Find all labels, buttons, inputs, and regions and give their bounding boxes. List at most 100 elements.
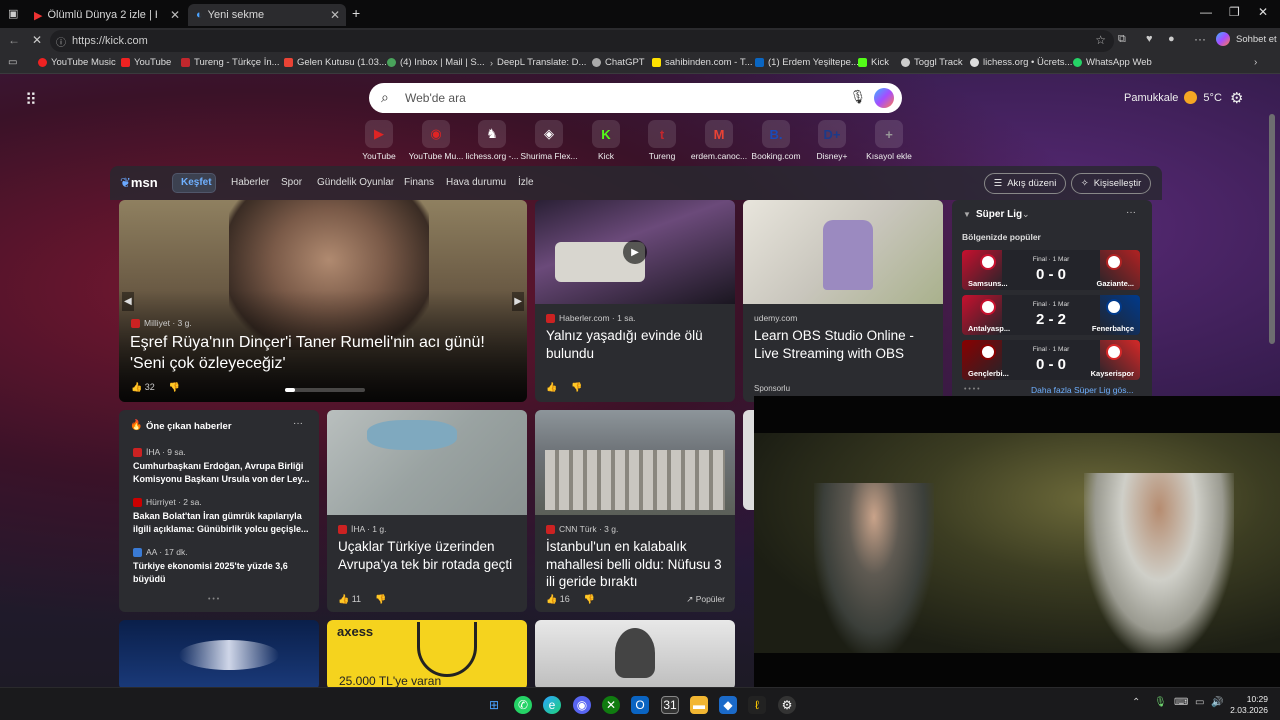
window-close-button[interactable]: ✕ [1258,5,1268,19]
chat-button[interactable]: Sohbet et [1236,34,1277,45]
mic-tray-icon[interactable]: 🎙 [1154,697,1167,708]
league-name[interactable]: Süper Lig [976,209,1022,220]
quicklink-9[interactable]: + Kısayol ekle [859,120,919,161]
carousel-next-button[interactable]: ▶ [512,292,524,311]
like-button[interactable]: 👍 16 [546,594,570,605]
bottom-card-1[interactable] [119,620,319,687]
match-row[interactable]: Final · 1 Mar 0 - 0 Samsuns... Gaziante... [962,250,1140,290]
quicklink-2[interactable]: ♞ lichess.org -... [462,120,522,161]
page-scrollbar[interactable] [1269,114,1275,344]
featured-title-0[interactable]: Cumhurbaşkanı Erdoğan, Avrupa Birliği Ko… [133,460,311,486]
more-icon[interactable]: ··· [1194,32,1206,46]
msn-logo[interactable]: ❦msn [120,175,158,191]
bookmark-gmail[interactable]: Gelen Kutusu (1.03... [284,57,387,68]
bookmark-youtube-music[interactable]: YouTube Music [38,57,116,68]
bookmark-kick[interactable]: Kick [858,57,889,68]
bookmark-chatgpt[interactable]: ChatGPT [592,57,645,68]
quicklink-1[interactable]: ◉ YouTube Mu... [406,120,466,161]
match-row[interactable]: Final · 1 Mar 2 - 2 Antalyasp... Fenerbahçe [962,295,1140,335]
chevron-up-icon[interactable]: ⌃ [1132,697,1140,708]
quicklink-0[interactable]: ▶ YouTube [349,120,409,161]
more-options-icon[interactable]: ··· [1126,207,1136,218]
close-icon[interactable]: ✕ [170,8,180,22]
volume-icon[interactable]: 🔊 [1211,697,1223,708]
picture-in-picture-video[interactable] [754,396,1280,687]
hero-title[interactable]: Eşref Rüya'nın Dinçer'i Taner Rumeli'nin… [130,333,510,375]
tab-1[interactable]: ◐ Yeni sekme ✕ [188,4,346,26]
display-icon[interactable]: ▭ [1195,697,1204,708]
like-button[interactable]: 👍 [546,382,557,393]
news-card-6[interactable]: CNN Türk · 3 g. İstanbul'un en kalabalık… [535,410,735,612]
tab-finance[interactable]: Finans [404,177,434,188]
sponsored-card[interactable]: udemy.com Learn OBS Studio Online - Live… [743,200,943,402]
more-sports-link[interactable]: Daha fazla Süper Lig gös... [1031,385,1134,395]
back-button[interactable]: ← [8,33,20,47]
chevron-right-icon[interactable]: › [1254,57,1257,68]
dislike-button[interactable]: 👎 [584,594,595,605]
dislike-button[interactable]: 👎 [375,594,386,605]
edge-taskbar-icon[interactable]: e [543,696,561,714]
bookmark-youtube[interactable]: YouTube [121,57,171,68]
play-icon[interactable]: ▶ [623,240,647,264]
profile-icon[interactable]: ● [1168,33,1175,45]
quicklink-4[interactable]: K Kick [576,120,636,161]
bookmark-linkedin[interactable]: (1) Erdem Yeşiltepe... [755,57,859,68]
bookmark-mail[interactable]: (4) Inbox | Mail | S... [387,57,485,68]
browser-essentials-icon[interactable]: ♥ [1146,33,1153,45]
keyboard-icon[interactable]: ⌨ [1174,697,1188,708]
carousel-prev-button[interactable]: ◀ [122,292,134,311]
feed-layout-button[interactable]: ☰ Akış düzeni [984,173,1066,194]
bookmark-sahibinden[interactable]: sahibinden.com - T... [652,57,752,68]
tab-news[interactable]: Haberler [231,177,269,188]
news-card-2[interactable]: ▶ Haberler.com · 1 sa. Yalnız yaşadığı e… [535,200,735,402]
xbox-taskbar-icon[interactable]: ✕ [602,696,620,714]
hero-news-card[interactable]: ◀ ▶ Milliyet · 3 g. Eşref Rüya'nın Dinçe… [119,200,527,402]
maximize-button[interactable]: ❐ [1229,5,1240,19]
bookmark-whatsapp[interactable]: WhatsApp Web [1073,57,1152,68]
news-card-5[interactable]: İHA · 1 g. Uçaklar Türkiye üzerinden Avr… [327,410,527,612]
tab-casual-games[interactable]: Gündelik Oyunlar [317,177,394,188]
calendar-taskbar-icon[interactable]: 31 [661,696,679,714]
bottom-card-3[interactable] [535,620,735,687]
tab-weather[interactable]: Hava durumu [446,177,506,188]
explorer-taskbar-icon[interactable]: ▬ [690,696,708,714]
app-taskbar-icon[interactable]: ℓ [748,696,766,714]
settings-taskbar-icon[interactable]: ⚙ [778,696,796,714]
featured-title-2[interactable]: Türkiye ekonomisi 2025'te yüzde 3,6 büyü… [133,560,311,586]
dislike-button[interactable]: 👎 [571,382,582,393]
quicklink-3[interactable]: ◈ Shurima Flex... [519,120,579,161]
new-tab-button[interactable]: + [352,5,360,21]
workspaces-icon[interactable]: ▣ [8,7,18,20]
favorite-star-icon[interactable]: ☆ [1095,33,1106,47]
chevron-down-icon[interactable]: ⌄ [1022,209,1030,220]
like-button[interactable]: 👍 32 [131,382,155,393]
system-clock[interactable]: 10:29 2.03.2026 [1226,694,1268,717]
tab-0[interactable]: ▶ Ölümlü Dünya 2 izle | Hdfilmc ✕ [26,4,186,26]
weather-widget[interactable]: Pamukkale 5°C [1124,91,1222,104]
minimize-button[interactable]: — [1200,5,1212,19]
featured-title-1[interactable]: Bakan Bolat'tan İran gümrük kapılarıyla … [133,510,311,536]
apps-grid-icon[interactable]: ⠿ [25,90,37,110]
tab-explore[interactable]: Keşfet [181,177,212,188]
more-options-icon[interactable]: ··· [293,418,303,429]
close-icon[interactable]: ✕ [330,8,340,22]
bottom-card-axess[interactable]: axess 25.000 TL'ye varan [327,620,527,687]
extensions-icon[interactable]: ⧉ [1118,33,1126,46]
bookmark-folder-icon[interactable]: ▭ [8,57,17,68]
quicklink-7[interactable]: B. Booking.com [746,120,806,161]
match-row[interactable]: Final · 1 Mar 0 - 0 Gençlerbi... Kayserispo… [962,340,1140,380]
bookmark-deepl[interactable]: › DeepL Translate: D... [490,57,586,68]
news-title-6[interactable]: İstanbul'un en kalabalık mahallesi belli… [546,538,731,591]
copilot-search-icon[interactable] [874,88,894,108]
like-button[interactable]: 👍 11 [338,594,361,605]
copilot-icon[interactable] [1216,32,1230,46]
whatsapp-taskbar-icon[interactable]: ✆ [514,696,532,714]
sponsored-title[interactable]: Learn OBS Studio Online - Live Streaming… [754,327,939,362]
bookmark-lichess[interactable]: lichess.org • Ücrets... [970,57,1072,68]
discord-taskbar-icon[interactable]: ◉ [573,696,591,714]
quicklink-8[interactable]: D+ Disney+ [802,120,862,161]
search-box[interactable]: ⌕ Web'de ara 🎙 [369,83,902,113]
personalize-button[interactable]: ✧ Kişiselleştir [1071,173,1151,194]
quicklink-5[interactable]: t Tureng [632,120,692,161]
vpn-taskbar-icon[interactable]: ◆ [719,696,737,714]
